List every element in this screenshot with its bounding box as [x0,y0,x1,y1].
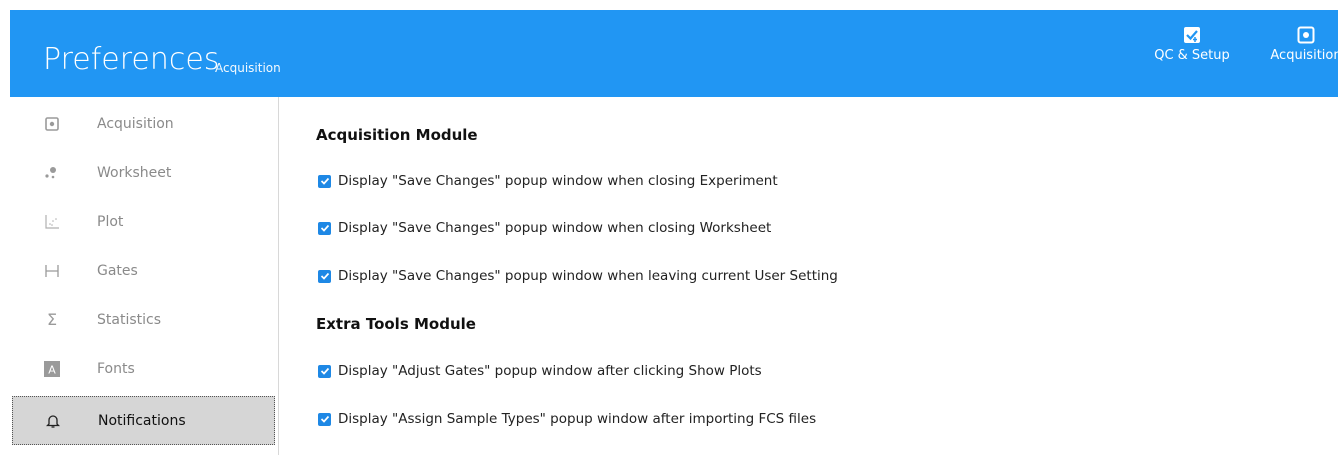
checkbox-checked[interactable] [318,269,331,283]
checkbox-checked[interactable] [318,412,331,426]
checkbox-checked[interactable] [318,174,331,188]
sidebar-item-label: Plot [97,213,124,230]
option-label: Display "Assign Sample Types" popup wind… [338,411,817,427]
qc-setup-button[interactable]: QC & Setup [1144,26,1240,63]
sidebar-item-label: Worksheet [97,164,172,181]
option-label: Display "Save Changes" popup window when… [338,220,772,236]
sidebar-item-label: Acquisition [97,115,174,132]
bell-icon [41,413,65,429]
option-save-changes-user-setting[interactable]: Display "Save Changes" popup window when… [318,268,838,284]
acquisition-icon [1297,26,1315,44]
acquisition-label: Acquisition [1270,48,1338,63]
sidebar-item-plot[interactable]: Plot [10,197,278,246]
gates-icon [40,264,64,278]
sidebar-item-notifications[interactable]: Notifications [12,396,275,445]
header-bar: Preferences Acquisition QC & Setup Acqui… [10,10,1338,97]
option-save-changes-worksheet[interactable]: Display "Save Changes" popup window when… [318,220,771,236]
qc-setup-icon [1184,27,1200,43]
page-title: Preferences [43,42,220,77]
qc-setup-label: QC & Setup [1154,48,1230,63]
section-title-acquisition-module: Acquisition Module [316,126,478,144]
sidebar-item-label: Statistics [97,311,161,328]
main-content: Acquisition Module Display "Save Changes… [316,97,1338,455]
option-save-changes-experiment[interactable]: Display "Save Changes" popup window when… [318,173,778,189]
acquisition-icon [40,116,64,131]
option-label: Display "Adjust Gates" popup window afte… [338,363,762,379]
font-icon: A [40,360,64,377]
worksheet-icon [40,166,64,180]
sidebar-item-label: Gates [97,262,138,279]
checkbox-checked[interactable] [318,221,331,235]
plot-icon [40,214,64,230]
page-subtitle: Acquisition [215,61,281,75]
sidebar: Acquisition Worksheet Plot Gates Σ Stati… [10,97,279,455]
sidebar-item-worksheet[interactable]: Worksheet [10,148,278,197]
acquisition-button[interactable]: Acquisition [1258,26,1338,63]
sidebar-item-gates[interactable]: Gates [10,246,278,295]
sidebar-item-statistics[interactable]: Σ Statistics [10,295,278,344]
checkbox-checked[interactable] [318,364,331,378]
sigma-icon: Σ [46,310,58,329]
section-title-extra-tools-module: Extra Tools Module [316,315,476,333]
svg-text:A: A [48,363,56,376]
sidebar-item-fonts[interactable]: A Fonts [10,344,278,393]
option-adjust-gates[interactable]: Display "Adjust Gates" popup window afte… [318,363,762,379]
option-assign-sample-types[interactable]: Display "Assign Sample Types" popup wind… [318,411,816,427]
option-label: Display "Save Changes" popup window when… [338,173,778,189]
sidebar-item-acquisition[interactable]: Acquisition [10,99,278,148]
option-label: Display "Save Changes" popup window when… [338,268,838,284]
sidebar-item-label: Fonts [97,360,135,377]
sidebar-item-label: Notifications [98,412,186,429]
